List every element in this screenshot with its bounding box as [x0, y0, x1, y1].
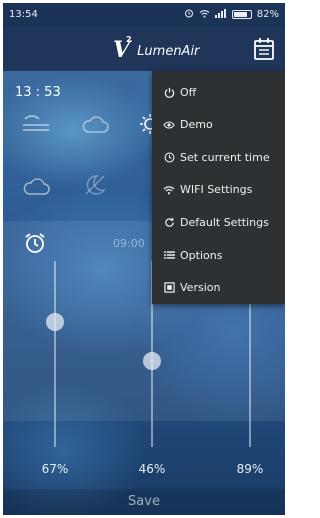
list-icon — [162, 248, 176, 262]
battery-percent: 82% — [256, 9, 279, 20]
menu-item-options[interactable]: Options — [152, 239, 285, 271]
menu-item-label: Version — [180, 281, 221, 295]
slider-percent-label: 67% — [41, 462, 69, 476]
app-logo: V 2 LumenAir — [113, 35, 200, 63]
status-time: 13:54 — [9, 9, 38, 20]
menu-item-wifi-settings[interactable]: WIFI Settings — [152, 174, 285, 206]
menu-item-label: Off — [180, 85, 197, 99]
eye-icon — [162, 118, 176, 132]
status-icons: 82% — [184, 8, 279, 21]
cloud-outline-icon[interactable] — [21, 175, 51, 201]
battery-fill — [233, 12, 247, 17]
alarm-time: 09:00 — [113, 237, 145, 250]
menu-item-off[interactable]: Off — [152, 76, 285, 108]
menu-item-set-current-time[interactable]: Set current time — [152, 141, 285, 173]
app-bar: V 2 LumenAir — [3, 27, 285, 71]
slider-percent-label: 46% — [138, 462, 166, 476]
wifi-icon — [162, 183, 176, 197]
status-bar: 13:54 82% — [3, 3, 285, 27]
cloud-icon[interactable] — [81, 115, 109, 139]
version-icon — [162, 281, 176, 295]
logo-text: LumenAir — [137, 44, 200, 59]
calendar-icon[interactable] — [253, 36, 275, 62]
signal-icon — [214, 8, 227, 21]
alarm-status-icon — [184, 8, 194, 21]
night-icon[interactable] — [83, 173, 107, 201]
menu-item-default-settings[interactable]: Default Settings — [152, 206, 285, 238]
menu-item-label: WIFI Settings — [180, 183, 253, 197]
alarm-clock-icon[interactable] — [23, 231, 47, 259]
slider-percent-label: 89% — [236, 462, 264, 476]
wifi-status-icon — [199, 9, 210, 21]
save-button[interactable]: Save — [3, 489, 285, 515]
menu-item-label: Demo — [180, 118, 213, 132]
sunrise-icon[interactable] — [21, 111, 51, 139]
refresh-icon — [162, 215, 176, 229]
current-time: 13 : 53 — [15, 85, 61, 100]
menu-item-version[interactable]: Version — [152, 272, 285, 304]
menu-item-demo[interactable]: Demo — [152, 109, 285, 141]
battery-icon — [231, 10, 252, 19]
menu-item-label: Options — [180, 248, 223, 262]
menu-item-label: Default Settings — [180, 215, 269, 229]
slider-track[interactable] — [54, 261, 56, 447]
options-menu: Off Demo Set current time WIFI Settings Defa… — [152, 71, 285, 304]
logo-superscript: 2 — [126, 35, 132, 44]
clock-icon — [162, 150, 176, 164]
menu-item-label: Set current time — [180, 150, 270, 164]
power-icon — [162, 85, 176, 99]
phone-screen: 13:54 82% V 2 LumenAir 13: 53 09:00 67%… — [3, 3, 285, 515]
